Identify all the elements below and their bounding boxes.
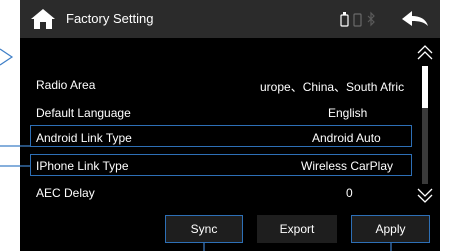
usb-icon [340, 12, 349, 27]
back-arrow-icon[interactable] [400, 9, 430, 29]
apply-button[interactable]: Apply [351, 215, 430, 243]
phone-icon [353, 13, 362, 27]
setting-value: 0 [346, 186, 353, 200]
title-bar: Factory Setting [20, 0, 440, 38]
setting-label: Default Language [36, 106, 131, 120]
setting-row-android-link-type[interactable]: Android Link Type Android Auto [30, 125, 412, 147]
setting-value: Android Auto [312, 131, 381, 145]
setting-value: Wireless CarPlay [301, 159, 394, 173]
screen: Factory Setting Radio Area urope、China、S… [20, 0, 440, 251]
scrollbar-thumb[interactable] [422, 66, 428, 108]
setting-row-radio-area[interactable]: Radio Area urope、China、South Afric [30, 74, 412, 96]
status-icons [340, 11, 375, 27]
setting-value: English [328, 106, 368, 120]
setting-label: AEC Delay [36, 186, 95, 200]
setting-row-aec-delay[interactable]: AEC Delay 0 [30, 182, 412, 204]
scroll-up-icon[interactable] [416, 44, 434, 62]
scrollbar-track[interactable] [422, 66, 428, 184]
home-icon[interactable] [30, 8, 56, 30]
setting-row-default-language[interactable]: Default Language English [30, 102, 412, 124]
sync-button[interactable]: Sync [165, 215, 243, 243]
export-button[interactable]: Export [257, 215, 337, 243]
bluetooth-icon [367, 11, 375, 27]
setting-label: Radio Area [36, 78, 96, 92]
page-title: Factory Setting [66, 11, 154, 26]
setting-row-iphone-link-type[interactable]: IPhone Link Type Wireless CarPlay [30, 154, 412, 176]
setting-label: Android Link Type [36, 131, 132, 145]
scroll-down-icon[interactable] [416, 186, 434, 204]
setting-label: IPhone Link Type [36, 159, 129, 173]
setting-value: urope、China、South Afric [260, 80, 405, 94]
